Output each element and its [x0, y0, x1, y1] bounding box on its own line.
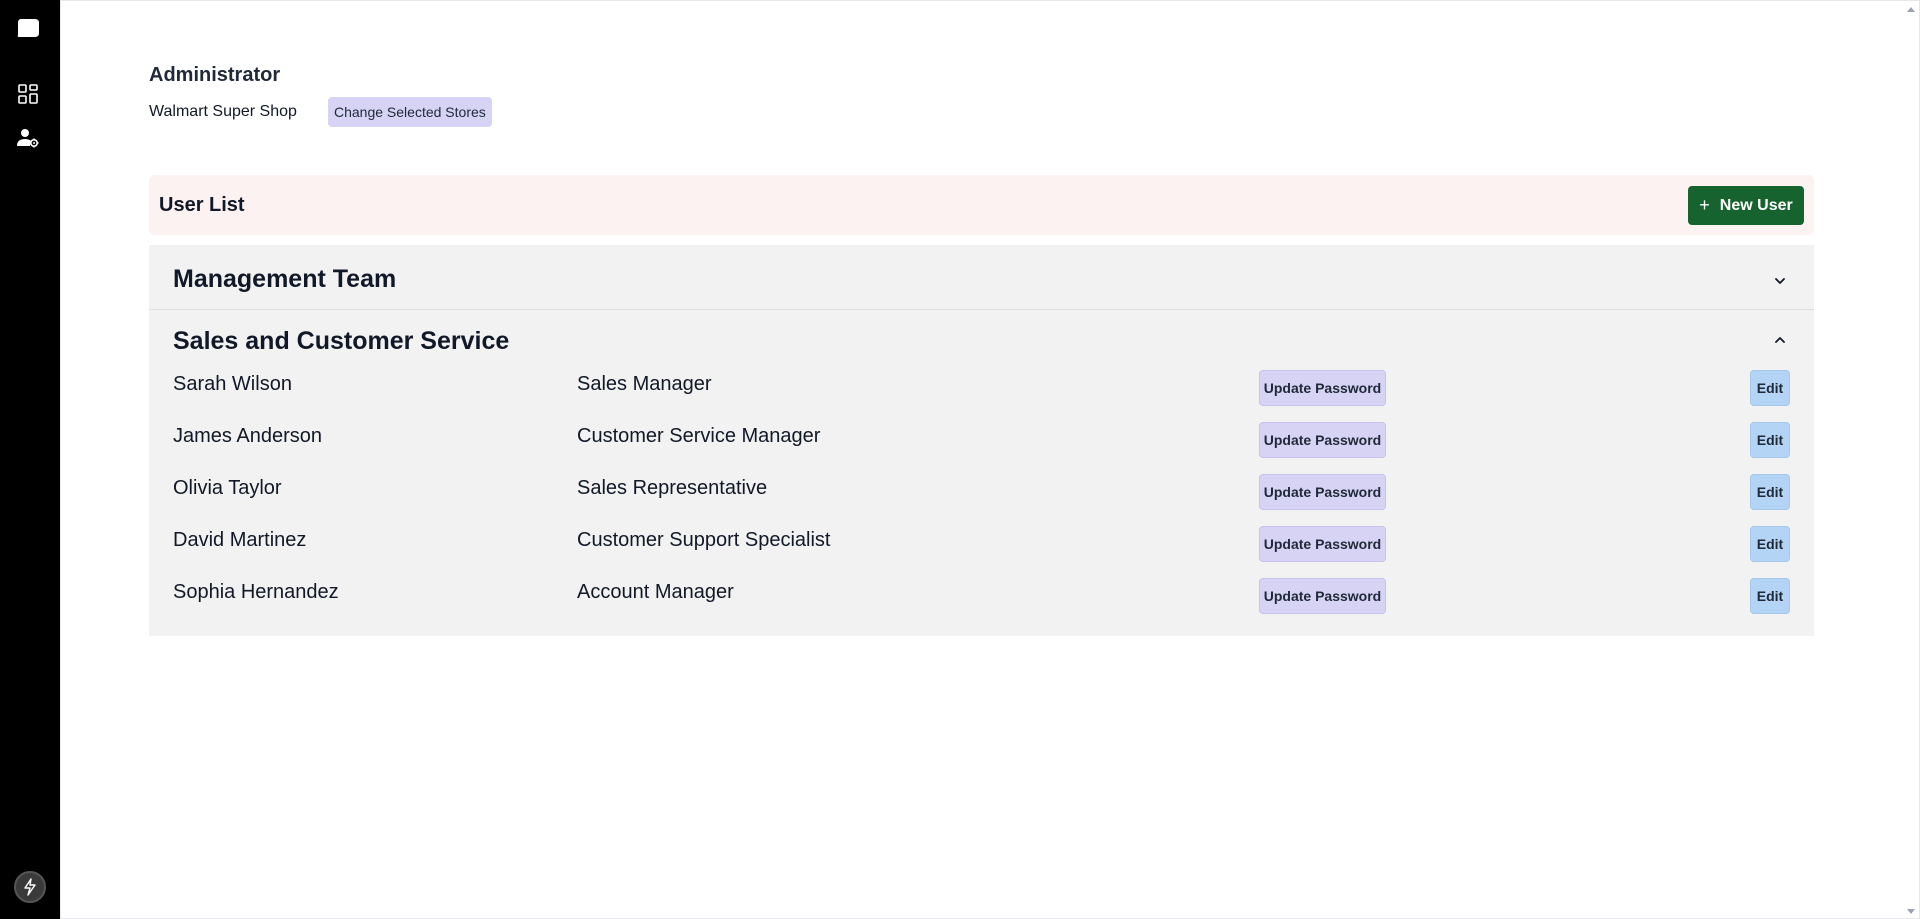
group-title: Sales and Customer Service	[173, 327, 510, 355]
update-password-button[interactable]: Update Password	[1259, 422, 1386, 458]
user-settings-icon[interactable]	[14, 124, 42, 152]
store-name: Walmart Super Shop	[149, 103, 297, 120]
update-password-button[interactable]: Update Password	[1259, 370, 1386, 406]
user-role: Sales Manager	[577, 373, 712, 395]
edit-button[interactable]: Edit	[1750, 526, 1790, 562]
group-sales-and-customer-service: Sales and Customer Service Sarah Wilson …	[149, 310, 1814, 636]
list-item: Sarah Wilson Sales Manager Update Passwo…	[149, 366, 1814, 418]
scrollbar[interactable]	[1901, 1, 1919, 919]
user-name: James Anderson	[173, 425, 322, 447]
user-role: Customer Support Specialist	[577, 529, 831, 551]
new-user-label: New User	[1719, 196, 1793, 214]
list-item: James Anderson Customer Service Manager …	[149, 418, 1814, 470]
change-selected-stores-button[interactable]: Change Selected Stores	[328, 97, 492, 127]
user-role: Account Manager	[577, 581, 734, 603]
user-name: David Martinez	[173, 529, 307, 551]
user-role: Customer Service Manager	[577, 425, 821, 447]
page-title: Administrator	[149, 64, 281, 86]
scroll-down-icon[interactable]	[1907, 909, 1915, 914]
user-name: Sarah Wilson	[173, 373, 292, 395]
user-name: Olivia Taylor	[173, 477, 282, 499]
list-item: David Martinez Customer Support Speciali…	[149, 522, 1814, 574]
chevron-up-icon	[1775, 337, 1785, 343]
update-password-button[interactable]: Update Password	[1259, 526, 1386, 562]
group-header-management-team[interactable]: Management Team	[149, 245, 1814, 310]
user-name: Sophia Hernandez	[173, 581, 339, 603]
list-item: Olivia Taylor Sales Representative Updat…	[149, 470, 1814, 522]
edit-button[interactable]: Edit	[1750, 578, 1790, 614]
sidebar	[0, 0, 60, 919]
plus-icon: +	[1699, 195, 1710, 215]
chevron-down-icon	[1775, 278, 1785, 284]
dashboard-icon[interactable]	[14, 80, 42, 108]
update-password-button[interactable]: Update Password	[1259, 578, 1386, 614]
new-user-button[interactable]: + New User	[1688, 186, 1804, 225]
edit-button[interactable]: Edit	[1750, 370, 1790, 406]
scroll-up-icon[interactable]	[1907, 7, 1915, 12]
update-password-button[interactable]: Update Password	[1259, 474, 1386, 510]
group-title: Management Team	[173, 265, 397, 293]
list-item: Sophia Hernandez Account Manager Update …	[149, 574, 1814, 626]
group-management-team: Management Team	[149, 245, 1814, 310]
user-list-header: User List + New User	[149, 175, 1814, 235]
avatar[interactable]	[14, 871, 46, 903]
user-role: Sales Representative	[577, 477, 768, 499]
edit-button[interactable]: Edit	[1750, 422, 1790, 458]
logo-icon[interactable]	[14, 15, 42, 43]
user-list-title: User List	[159, 194, 245, 216]
lightning-icon	[24, 878, 36, 896]
edit-button[interactable]: Edit	[1750, 474, 1790, 510]
